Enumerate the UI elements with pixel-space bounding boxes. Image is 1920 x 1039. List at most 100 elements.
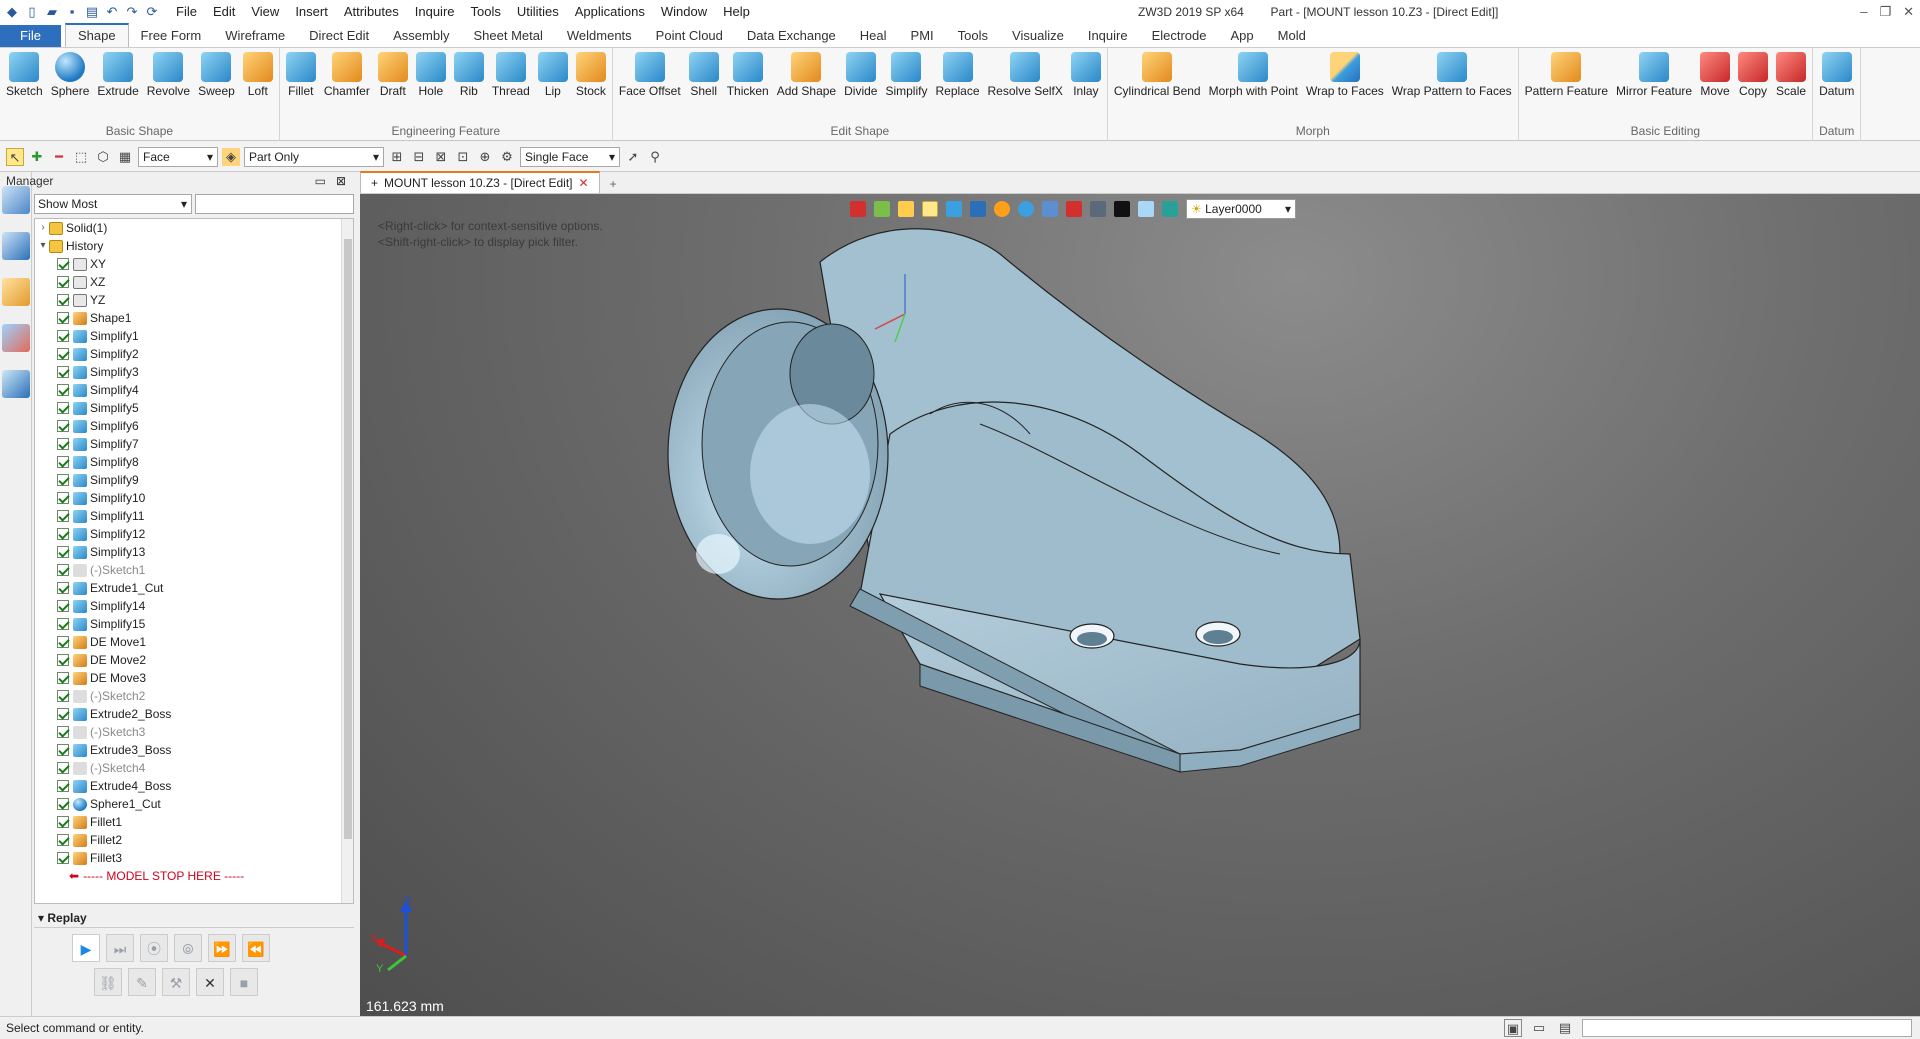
menu-applications[interactable]: Applications <box>567 0 653 24</box>
visibility-checkbox[interactable] <box>57 420 69 432</box>
close-icon[interactable]: ✕ <box>1903 0 1914 24</box>
visibility-checkbox[interactable] <box>57 708 69 720</box>
tree-item[interactable]: YZ <box>35 291 353 309</box>
manager-search-input[interactable] <box>195 194 354 214</box>
lasso-icon[interactable]: ⬡ <box>94 148 112 166</box>
tree-scrollbar[interactable] <box>341 219 353 903</box>
filter-select[interactable]: Face ▾ <box>138 146 218 167</box>
tab-app[interactable]: App <box>1219 25 1266 47</box>
visibility-checkbox[interactable] <box>57 456 69 468</box>
tab-inquire[interactable]: Inquire <box>1076 25 1140 47</box>
visibility-checkbox[interactable] <box>57 834 69 846</box>
tree-item[interactable]: Simplify9 <box>35 471 353 489</box>
tree-item[interactable]: (-)Sketch1 <box>35 561 353 579</box>
tree-item[interactable]: Fillet1 <box>35 813 353 831</box>
remove-icon[interactable]: ━ <box>50 148 68 166</box>
visibility-checkbox[interactable] <box>57 402 69 414</box>
visibility-checkbox[interactable] <box>57 726 69 738</box>
tab-tools[interactable]: Tools <box>946 25 1000 47</box>
visibility-checkbox[interactable] <box>57 654 69 666</box>
step-next-icon[interactable]: ⦿ <box>140 934 168 962</box>
tree-item[interactable]: Simplify11 <box>35 507 353 525</box>
menu-attributes[interactable]: Attributes <box>336 0 407 24</box>
visibility-checkbox[interactable] <box>57 366 69 378</box>
tree-item[interactable]: Simplify10 <box>35 489 353 507</box>
tree-item[interactable]: XY <box>35 255 353 273</box>
step-all-icon[interactable]: ⦾ <box>174 934 202 962</box>
tab-heal[interactable]: Heal <box>848 25 899 47</box>
menu-inquire[interactable]: Inquire <box>407 0 463 24</box>
close-panel-icon[interactable]: ⊠ <box>336 172 346 190</box>
visibility-checkbox[interactable] <box>57 294 69 306</box>
regen-icon[interactable]: ⟳ <box>144 4 160 20</box>
edit-icon[interactable]: ✎ <box>128 968 156 996</box>
tree-item[interactable]: (-)Sketch2 <box>35 687 353 705</box>
visibility-checkbox[interactable] <box>57 438 69 450</box>
expand-icon[interactable]: › <box>37 219 49 237</box>
command-input[interactable] <box>1582 1019 1912 1037</box>
pick-mode-icon[interactable]: ⚙ <box>498 148 516 166</box>
tree-item[interactable]: Shape1 <box>35 309 353 327</box>
visibility-checkbox[interactable] <box>57 474 69 486</box>
tree-item[interactable]: Simplify12 <box>35 525 353 543</box>
tree-item[interactable]: Extrude3_Boss <box>35 741 353 759</box>
tree-item[interactable]: DE Move1 <box>35 633 353 651</box>
menu-window[interactable]: Window <box>653 0 715 24</box>
box-select-icon[interactable]: ⬚ <box>72 148 90 166</box>
stop-icon[interactable]: ■ <box>230 968 258 996</box>
visibility-checkbox[interactable] <box>57 582 69 594</box>
tree-item[interactable]: Simplify13 <box>35 543 353 561</box>
visibility-checkbox[interactable] <box>57 492 69 504</box>
visibility-checkbox[interactable] <box>57 384 69 396</box>
visibility-checkbox[interactable] <box>57 618 69 630</box>
tree-item[interactable]: Simplify5 <box>35 399 353 417</box>
3d-viewport[interactable]: <Right-click> for context-sensitive opti… <box>360 194 1920 1016</box>
tab-file[interactable]: File <box>0 25 61 47</box>
tree-item[interactable]: › Solid(1) <box>35 219 353 237</box>
rewind-icon[interactable]: ⏪ <box>242 934 270 962</box>
redo-icon[interactable]: ↷ <box>124 4 140 20</box>
visibility-checkbox[interactable] <box>57 312 69 324</box>
cursor-icon[interactable]: ➚ <box>624 148 642 166</box>
mount-body[interactable] <box>667 228 1361 773</box>
tree-item[interactable]: Extrude4_Boss <box>35 777 353 795</box>
tree-item[interactable]: Simplify2 <box>35 345 353 363</box>
tree-item[interactable]: DE Move3 <box>35 669 353 687</box>
manager-filter-select[interactable]: Show Most ▾ <box>34 194 192 214</box>
tree-item[interactable]: Simplify8 <box>35 453 353 471</box>
part-scope-icon[interactable]: ◈ <box>222 147 240 166</box>
play-icon[interactable]: ▶ <box>72 934 100 962</box>
tree-item[interactable]: Sphere1_Cut <box>35 795 353 813</box>
new-file-icon[interactable]: ▯ <box>24 4 40 20</box>
restore-icon[interactable]: ❐ <box>1879 0 1891 24</box>
snap-icon-5[interactable]: ⊕ <box>476 148 494 166</box>
scope-select[interactable]: Part Only ▾ <box>244 146 384 167</box>
cursor-options-icon[interactable]: ⚲ <box>646 148 664 166</box>
model-stop-marker[interactable]: ⬅ ----- MODEL STOP HERE ----- <box>35 867 353 885</box>
tree-item[interactable]: Simplify4 <box>35 381 353 399</box>
undo-icon[interactable]: ↶ <box>104 4 120 20</box>
snap-icon-2[interactable]: ⊟ <box>410 148 428 166</box>
tree-item[interactable]: Fillet2 <box>35 831 353 849</box>
snap-icon-1[interactable]: ⊞ <box>388 148 406 166</box>
monitor-icon[interactable]: ▭ <box>1530 1019 1548 1037</box>
replay-header[interactable]: ▾ Replay <box>34 908 354 928</box>
tab-mold[interactable]: Mold <box>1266 25 1318 47</box>
tab-visualize[interactable]: Visualize <box>1000 25 1076 47</box>
tab-point-cloud[interactable]: Point Cloud <box>644 25 735 47</box>
step-icon[interactable]: ⏭ <box>106 934 134 962</box>
tree-item[interactable]: Simplify7 <box>35 435 353 453</box>
minimize-icon[interactable]: – <box>1860 0 1867 24</box>
print-icon[interactable]: ▤ <box>84 4 100 20</box>
doc-tab-mount[interactable]: + MOUNT lesson 10.Z3 - [Direct Edit] ✕ <box>360 171 600 193</box>
menu-utilities[interactable]: Utilities <box>509 0 567 24</box>
tree-item[interactable]: ▾ History <box>35 237 353 255</box>
tree-item[interactable]: Simplify3 <box>35 363 353 381</box>
tree-item[interactable]: Fillet3 <box>35 849 353 867</box>
menu-view[interactable]: View <box>243 0 287 24</box>
pick-select[interactable]: Single Face ▾ <box>520 146 620 167</box>
pin-icon[interactable]: ▭ <box>315 172 326 190</box>
visibility-checkbox[interactable] <box>57 546 69 558</box>
visibility-checkbox[interactable] <box>57 600 69 612</box>
snap-icon-4[interactable]: ⊡ <box>454 148 472 166</box>
